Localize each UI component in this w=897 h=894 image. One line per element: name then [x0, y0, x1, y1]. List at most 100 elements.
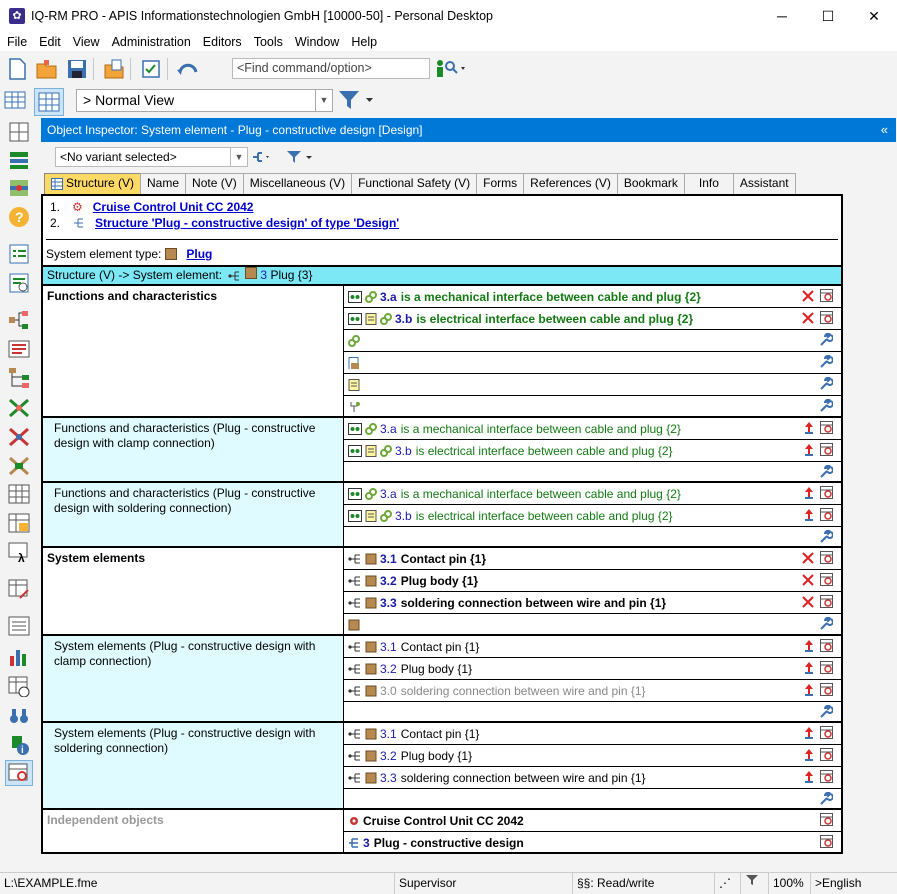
table-row[interactable]: 3.3 soldering connection between wire and…: [344, 767, 842, 789]
menu-window[interactable]: Window: [295, 35, 339, 49]
minimize-button[interactable]: ─: [759, 0, 805, 32]
plug-type-link[interactable]: Plug: [186, 247, 212, 261]
sidebar-chart-button[interactable]: [7, 645, 31, 669]
tab-info[interactable]: Info: [683, 173, 734, 194]
type-label: System element type:: [46, 247, 162, 261]
table-row[interactable]: 3.2 Plug body {1}: [344, 570, 842, 592]
table-row[interactable]: 3.b is electrical interface between cable…: [344, 440, 842, 462]
tab-structure[interactable]: Structure (V): [44, 173, 142, 194]
sidebar-list-table-button[interactable]: [7, 614, 31, 638]
link-icon: [380, 312, 392, 325]
table-row[interactable]: [344, 614, 842, 636]
element-name: is electrical interface between cable an…: [415, 443, 673, 458]
sidebar-help-button[interactable]: ?: [7, 205, 31, 229]
sidebar-tree-button[interactable]: [7, 366, 31, 390]
element-number: 3.1: [380, 639, 397, 654]
sidebar-net3-button[interactable]: [7, 454, 31, 478]
tab-miscellaneous[interactable]: Miscellaneous (V): [242, 173, 353, 194]
tab-functional-safety[interactable]: Functional Safety (V): [351, 173, 478, 194]
structure-link[interactable]: Structure 'Plug - constructive design' o…: [95, 216, 399, 230]
table-row[interactable]: 3.b is electrical interface between cable…: [344, 308, 842, 330]
find-command-input[interactable]: <Find command/option>: [232, 58, 430, 79]
table-view-button[interactable]: [4, 90, 28, 112]
sidebar-table-color-button[interactable]: [7, 511, 31, 535]
collapse-icon[interactable]: «: [881, 118, 888, 142]
table-row[interactable]: [344, 374, 842, 396]
table-row[interactable]: [344, 789, 842, 811]
status-tree-icon[interactable]: ⋰: [714, 873, 740, 894]
sidebar-edit-table-button[interactable]: [7, 577, 31, 601]
cruise-control-link[interactable]: Cruise Control Unit CC 2042: [93, 200, 254, 214]
sidebar-info-button[interactable]: i: [7, 733, 31, 757]
tab-name[interactable]: Name: [140, 173, 187, 194]
sidebar-doc-button[interactable]: [7, 337, 31, 361]
undo-button[interactable]: [175, 56, 201, 82]
sidebar-structure-button[interactable]: [7, 308, 31, 332]
sidebar-grid-button[interactable]: [7, 120, 31, 144]
table-row[interactable]: [344, 352, 842, 374]
menu-editors[interactable]: Editors: [203, 35, 242, 49]
sidebar-clock-button[interactable]: [7, 674, 31, 698]
sidebar-inspector-button[interactable]: [5, 760, 33, 786]
grid-view-button[interactable]: [34, 88, 64, 116]
status-zoom[interactable]: 100%: [768, 873, 810, 894]
table-row[interactable]: [344, 462, 842, 484]
sidebar-binoculars-button[interactable]: [7, 704, 31, 728]
menu-help[interactable]: Help: [351, 35, 377, 49]
table-row[interactable]: [344, 702, 842, 724]
move-up-icon: [805, 509, 813, 521]
table-row[interactable]: 3.2 Plug body {1}: [344, 745, 842, 767]
sidebar-lambda-button[interactable]: λ: [7, 540, 31, 564]
table-row[interactable]: Cruise Control Unit CC 2042: [344, 810, 842, 832]
open-button[interactable]: [34, 56, 60, 82]
menu-administration[interactable]: Administration: [112, 35, 191, 49]
tab-references[interactable]: References (V): [523, 173, 618, 194]
table-row[interactable]: 3.0 soldering connection between wire and…: [344, 680, 842, 702]
menu-tools[interactable]: Tools: [254, 35, 283, 49]
table-row[interactable]: 3.3 soldering connection between wire and…: [344, 592, 842, 614]
close-button[interactable]: ✕: [851, 0, 897, 32]
table-row[interactable]: [344, 527, 842, 549]
sidebar-insert-button[interactable]: [7, 176, 31, 200]
tab-assistant[interactable]: Assistant: [732, 173, 796, 194]
element-number: 3.a: [380, 486, 397, 501]
table-row[interactable]: 3.2 Plug body {1}: [344, 658, 842, 680]
filter-button[interactable]: [337, 89, 377, 111]
tab-bookmark[interactable]: Bookmark: [616, 173, 685, 194]
status-filter-icon[interactable]: [740, 873, 768, 894]
tab-forms[interactable]: Forms: [476, 173, 525, 194]
checklist-button[interactable]: [138, 56, 164, 82]
variant-select[interactable]: <No variant selected>: [55, 147, 231, 167]
sidebar-list-button[interactable]: [7, 148, 31, 172]
table-row[interactable]: 3.b is electrical interface between cable…: [344, 505, 842, 527]
variant-tools[interactable]: [251, 149, 321, 165]
open-document-button[interactable]: [101, 56, 127, 82]
table-row[interactable]: 3.a is a mechanical interface between cab…: [344, 418, 842, 440]
sidebar-table-button[interactable]: [7, 482, 31, 506]
status-language[interactable]: >English: [810, 873, 878, 894]
save-button[interactable]: [64, 56, 90, 82]
new-file-button[interactable]: [4, 56, 30, 82]
table-row[interactable]: 3.1 Contact pin {1}: [344, 636, 842, 658]
menu-edit[interactable]: Edit: [39, 35, 61, 49]
view-dropdown-arrow[interactable]: ▼: [316, 89, 333, 112]
sidebar-network2-button[interactable]: [7, 425, 31, 449]
table-row[interactable]: 3.1 Contact pin {1}: [344, 723, 842, 745]
sidebar-checklist-button[interactable]: [7, 242, 31, 266]
sidebar-network-button[interactable]: [7, 396, 31, 420]
table-row[interactable]: 3 Plug - constructive design: [344, 832, 842, 854]
table-row[interactable]: 3.a is a mechanical interface between cab…: [344, 286, 842, 308]
variant-dropdown-arrow[interactable]: ▼: [231, 147, 248, 167]
section-rows: 3.1 Contact pin {1} 3.2 Plug body {1} 3.3 sol…: [343, 723, 842, 811]
table-row[interactable]: [344, 396, 842, 418]
table-row[interactable]: [344, 330, 842, 352]
table-row[interactable]: 3.1 Contact pin {1}: [344, 548, 842, 570]
tab-note[interactable]: Note (V): [185, 173, 244, 194]
search-dropdown-button[interactable]: [434, 57, 468, 81]
view-select[interactable]: > Normal View: [76, 89, 316, 112]
table-row[interactable]: 3.a is a mechanical interface between cab…: [344, 483, 842, 505]
maximize-button[interactable]: ☐: [805, 0, 851, 32]
sidebar-schedule-button[interactable]: [7, 271, 31, 295]
menu-view[interactable]: View: [73, 35, 100, 49]
menu-file[interactable]: File: [7, 35, 27, 49]
